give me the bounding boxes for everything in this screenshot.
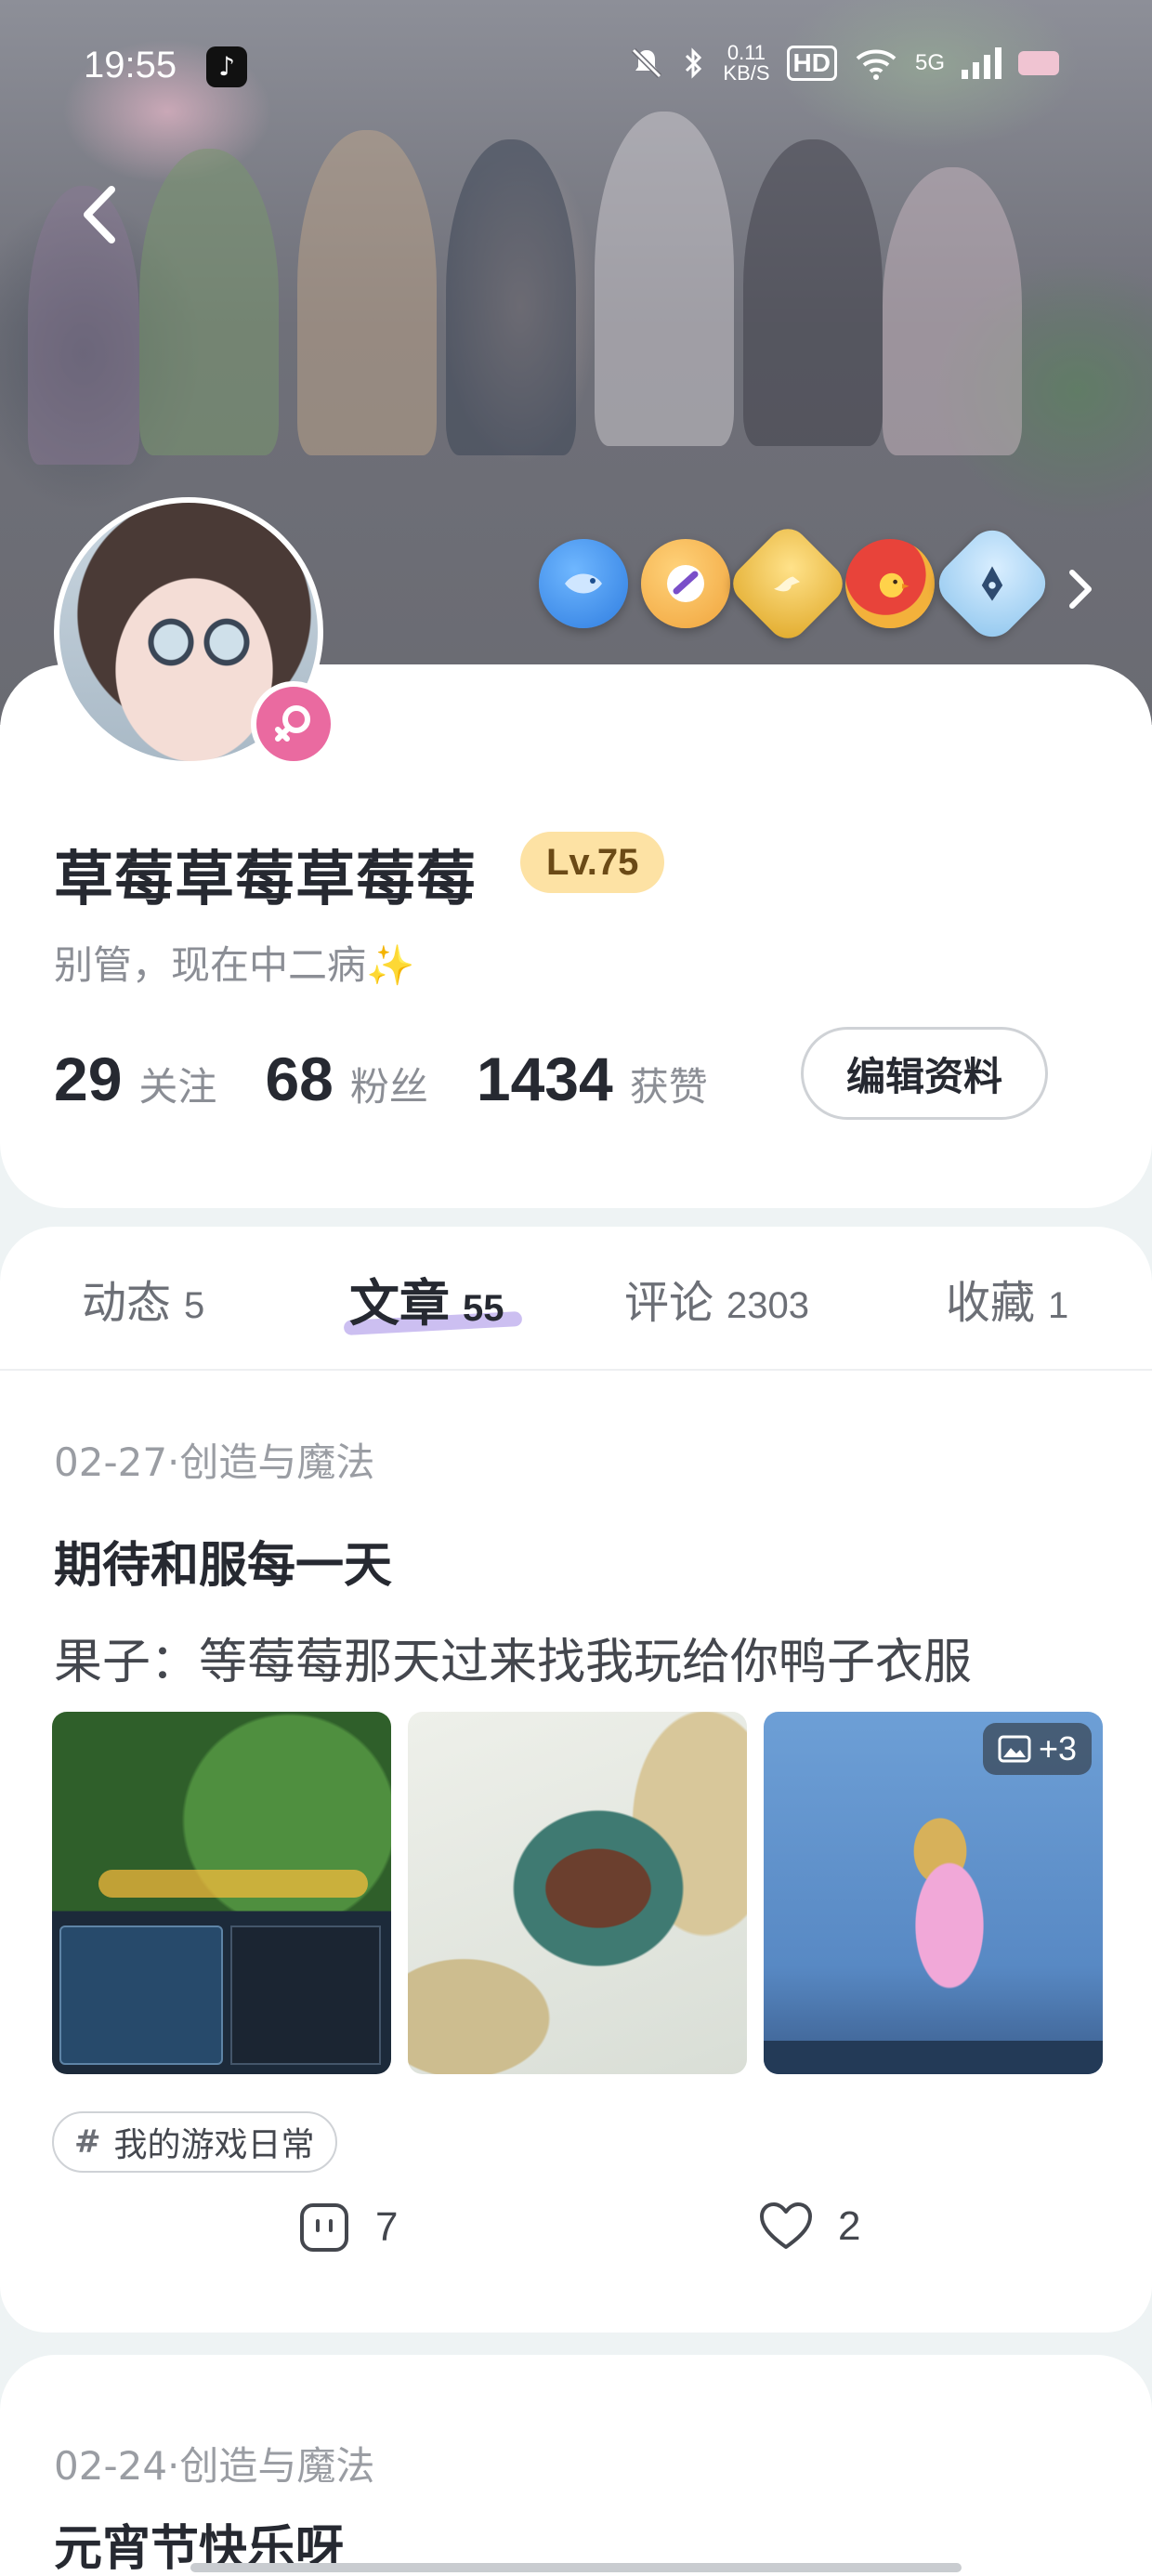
post-meta: 02-27·创造与魔法 <box>54 1439 375 1485</box>
comment-count: 7 <box>375 2204 399 2250</box>
brush-badge-icon[interactable] <box>641 539 730 628</box>
badge-row[interactable] <box>539 520 1055 647</box>
like-button[interactable]: 2 <box>758 2201 860 2253</box>
net-speed-unit: KB/S <box>723 61 770 85</box>
net-speed-value: 0.11 <box>727 41 766 64</box>
content-card: 动态 5 文章 55 评论 2303 收藏 1 02-27·创造与魔法 期待和服… <box>0 1227 1152 2333</box>
gold-bird-badge-icon[interactable] <box>725 520 851 647</box>
post-image[interactable] <box>52 1712 391 2074</box>
post-card[interactable]: 02-24·创造与魔法 元宵节快乐呀 <box>0 2355 1152 2576</box>
post-title[interactable]: 期待和服每一天 <box>54 1526 392 1596</box>
followers-label: 粉丝 <box>349 1064 428 1110</box>
network-type: 5G <box>914 50 945 75</box>
likes-stat[interactable]: 1434 获赞 <box>477 1044 708 1114</box>
post-actions: 7 2 <box>0 2201 1152 2275</box>
like-count: 2 <box>838 2203 861 2249</box>
bluetooth-icon <box>686 47 702 79</box>
topic-tag[interactable]: # 我的游戏日常 <box>52 2111 337 2173</box>
following-label: 关注 <box>138 1064 217 1110</box>
comment-icon <box>300 2203 348 2252</box>
image-icon <box>998 1735 1031 1763</box>
edit-profile-button[interactable]: 编辑资料 <box>801 1027 1048 1120</box>
tab-label: 评论 <box>624 1277 714 1329</box>
wifi-icon <box>856 49 897 80</box>
more-images-badge[interactable]: +3 <box>982 1723 1092 1775</box>
tab-articles[interactable]: 文章 55 <box>349 1262 504 1335</box>
hd-badge: HD <box>786 46 837 81</box>
post-image[interactable]: +3 <box>764 1712 1103 2074</box>
tab-count: 55 <box>463 1288 504 1329</box>
post-meta: 02-24·创造与魔法 <box>54 2443 375 2489</box>
tab-count: 5 <box>184 1285 205 1326</box>
battery-icon <box>1018 51 1059 75</box>
home-indicator <box>190 2563 962 2572</box>
username: 草莓草莓草莓莓 <box>54 846 477 914</box>
status-icons: 0.11 KB/S HD 5G <box>628 43 1059 84</box>
level-badge: Lv.75 <box>520 832 665 893</box>
pen-nib-badge-icon[interactable] <box>929 520 1055 647</box>
more-images-count: +3 <box>1038 1729 1077 1768</box>
mute-bell-icon <box>632 47 662 79</box>
tab-count: 2303 <box>727 1285 809 1326</box>
likes-label: 获赞 <box>629 1064 708 1110</box>
post-image[interactable] <box>408 1712 747 2074</box>
tab-label: 收藏 <box>946 1277 1036 1329</box>
red-chick-badge-icon[interactable] <box>845 539 935 628</box>
post-images: +3 <box>52 1712 1103 2074</box>
tiktok-icon: ♪ <box>206 46 247 87</box>
hashtag-icon: # <box>74 2123 101 2161</box>
followers-count: 68 <box>265 1045 334 1113</box>
following-stat[interactable]: 29 关注 <box>54 1044 216 1114</box>
tab-comments[interactable]: 评论 2303 <box>624 1266 809 1331</box>
fish-badge-icon[interactable] <box>539 539 628 628</box>
comment-button[interactable]: 7 <box>297 2201 398 2254</box>
following-count: 29 <box>54 1045 123 1113</box>
tab-count: 1 <box>1048 1285 1069 1326</box>
chevron-left-icon[interactable] <box>74 182 130 247</box>
chevron-right-icon[interactable] <box>1059 563 1100 615</box>
heart-icon <box>760 2202 812 2249</box>
tab-moments[interactable]: 动态 5 <box>82 1266 204 1331</box>
likes-count: 1434 <box>476 1045 613 1113</box>
status-time: 19:55 <box>84 45 177 85</box>
content-tabs: 动态 5 文章 55 评论 2303 收藏 1 <box>0 1227 1152 1371</box>
female-icon <box>251 681 336 767</box>
topic-label: 我的游戏日常 <box>113 2126 315 2164</box>
tab-label: 文章 <box>349 1274 450 1333</box>
tab-label: 动态 <box>82 1277 172 1329</box>
profile-stats: 29 关注 68 粉丝 1434 获赞 <box>54 1044 730 1114</box>
status-bar: 19:55 ♪ 0.11 KB/S HD 5G <box>0 33 1152 100</box>
followers-stat[interactable]: 68 粉丝 <box>265 1044 427 1114</box>
net-speed: 0.11 KB/S <box>723 43 769 84</box>
tab-favorites[interactable]: 收藏 1 <box>946 1266 1068 1331</box>
signal-icon <box>962 47 1001 79</box>
post-excerpt[interactable]: 果子：等莓莓那天过来找我玩给你鸭子衣服 <box>54 1623 972 1692</box>
bio: 别管，现在中二病✨ <box>54 942 415 988</box>
